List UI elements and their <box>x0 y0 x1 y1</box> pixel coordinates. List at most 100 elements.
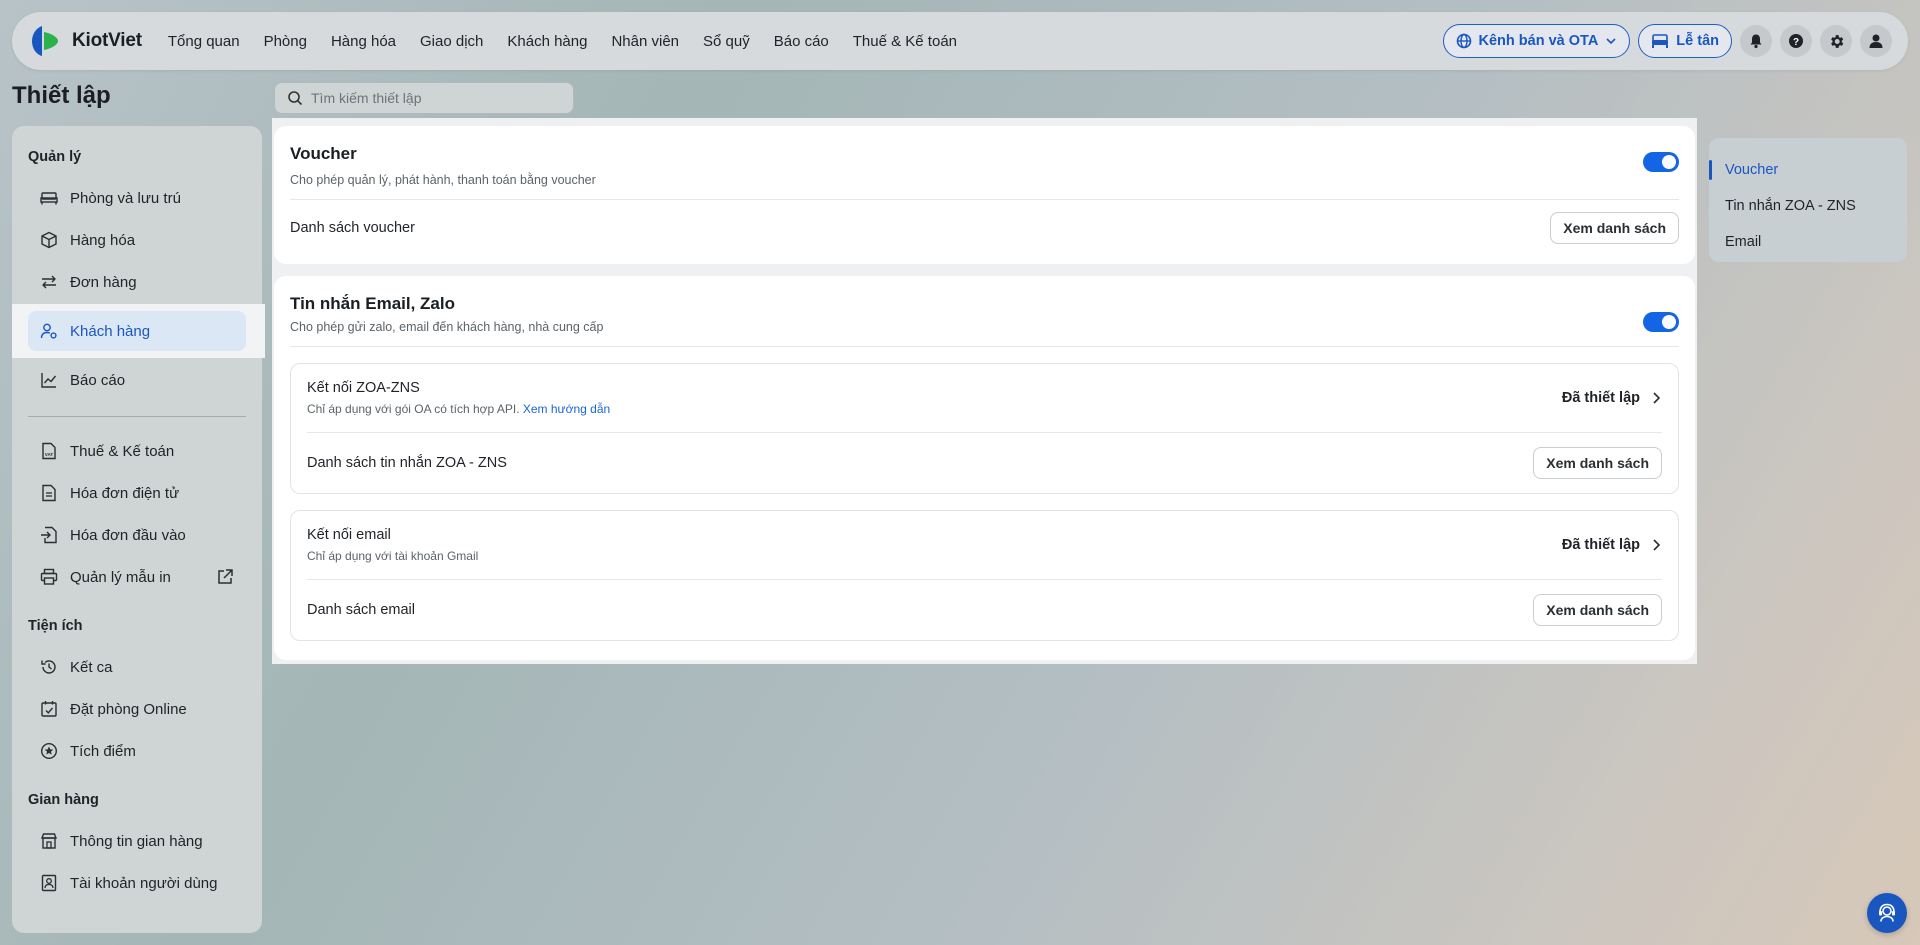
logo[interactable]: KiotViet <box>28 23 142 59</box>
account-button[interactable] <box>1860 25 1892 57</box>
nav-bao-cao[interactable]: Báo cáo <box>774 33 829 50</box>
section-title-tien-ich: Tiện ích <box>28 618 83 634</box>
voucher-description: Cho phép quản lý, phát hành, thanh toán … <box>290 173 596 187</box>
sidebar-item-label: Đơn hàng <box>70 273 137 291</box>
settings-sidebar: Quản lý Phòng và lưu trú Hàng hóa Đơn hà… <box>12 126 265 933</box>
view-email-list-button[interactable]: Xem danh sách <box>1533 594 1662 626</box>
sidebar-item-label: Kết ca <box>70 658 113 676</box>
email-status-label: Đã thiết lập <box>1561 537 1640 553</box>
kiotviet-logo-icon <box>28 23 64 59</box>
section-title-gian-hang: Gian hàng <box>28 792 99 808</box>
sidebar-item-label: Tích điểm <box>70 742 136 760</box>
zoa-guide-link[interactable]: Xem hướng dẫn <box>523 402 610 416</box>
messaging-toggle[interactable] <box>1643 312 1679 332</box>
sidebar-item-hoa-don-dien-tu[interactable]: Hóa đơn điện tử <box>28 473 246 513</box>
sidebar-item-hang-hoa[interactable]: Hàng hóa <box>28 220 246 260</box>
sidebar-item-dat-phong-online[interactable]: Đặt phòng Online <box>28 689 246 729</box>
messaging-card: Tin nhắn Email, Zalo Cho phép gửi zalo, … <box>274 276 1695 660</box>
divider <box>290 346 1679 347</box>
zoa-connect-description: Chỉ áp dụng với gói OA có tích hợp API. … <box>307 402 610 416</box>
voucher-toggle[interactable] <box>1643 152 1679 172</box>
toc-item-zoa-zns[interactable]: Tin nhắn ZOA - ZNS <box>1709 188 1907 224</box>
nav-tong-quan[interactable]: Tổng quan <box>168 33 240 50</box>
toc-item-voucher[interactable]: Voucher <box>1709 152 1907 188</box>
view-zoa-list-button[interactable]: Xem danh sách <box>1533 447 1662 479</box>
chevron-right-icon <box>1653 539 1661 551</box>
help-icon: ? <box>1789 34 1803 48</box>
sidebar-item-label: Báo cáo <box>70 371 126 389</box>
reception-button[interactable]: Lễ tân <box>1638 24 1732 58</box>
store-icon <box>40 833 58 849</box>
search-input[interactable] <box>311 90 561 106</box>
svg-text:?: ? <box>1793 37 1799 48</box>
bed-icon <box>1652 34 1669 48</box>
globe-icon <box>1456 33 1471 49</box>
email-connect-title: Kết nối email <box>307 527 391 543</box>
sidebar-item-label: Đặt phòng Online <box>70 700 187 718</box>
email-list-label: Danh sách email <box>307 602 415 618</box>
sidebar-item-label: Hóa đơn đầu vào <box>70 526 186 544</box>
nav-so-quy[interactable]: Sổ quỹ <box>703 33 750 50</box>
sidebar-item-hoa-don-dau-vao[interactable]: Hóa đơn đầu vào <box>28 515 246 555</box>
zoa-status-label: Đã thiết lập <box>1561 390 1640 406</box>
sidebar-item-label: Tài khoản người dùng <box>70 874 218 892</box>
svg-text:VAT: VAT <box>45 452 54 457</box>
sidebar-item-tich-diem[interactable]: Tích điểm <box>28 731 246 771</box>
id-card-icon <box>41 874 57 892</box>
messaging-description: Cho phép gửi zalo, email đến khách hàng,… <box>290 320 604 334</box>
email-setup-status[interactable]: Đã thiết lập <box>1562 537 1662 553</box>
search-icon <box>288 91 303 106</box>
sidebar-item-quan-ly-mau-in[interactable]: Quản lý mẫu in <box>28 557 246 597</box>
view-voucher-list-button[interactable]: Xem danh sách <box>1550 212 1679 244</box>
nav-giao-dich[interactable]: Giao dịch <box>420 33 483 50</box>
nav-khach-hang[interactable]: Khách hàng <box>507 33 587 50</box>
bed-icon <box>40 192 58 205</box>
sidebar-item-label: Phòng và lưu trú <box>70 189 181 207</box>
notifications-button[interactable] <box>1740 25 1772 57</box>
page-title: Thiết lập <box>12 82 111 109</box>
sidebar-item-bao-cao[interactable]: Báo cáo <box>28 360 246 400</box>
chart-icon <box>41 373 57 388</box>
invoice-in-icon <box>41 526 57 544</box>
settings-button[interactable] <box>1820 25 1852 57</box>
channel-ota-button[interactable]: Kênh bán và OTA <box>1442 24 1631 58</box>
toc-item-email[interactable]: Email <box>1709 224 1907 260</box>
section-toc: Voucher Tin nhắn ZOA - ZNS Email <box>1709 138 1907 262</box>
voucher-title: Voucher <box>290 144 357 163</box>
settings-search <box>274 82 574 114</box>
sidebar-item-label: Quản lý mẫu in <box>70 568 171 586</box>
user-gear-icon <box>40 323 57 339</box>
main-nav: Tổng quan Phòng Hàng hóa Giao dịch Khách… <box>168 33 957 50</box>
nav-thue-ke-toan[interactable]: Thuế & Kế toán <box>853 33 957 50</box>
zoa-connect-title: Kết nối ZOA-ZNS <box>307 380 420 396</box>
top-navbar: KiotViet Tổng quan Phòng Hàng hóa Giao d… <box>12 12 1908 70</box>
sidebar-item-khach-hang[interactable]: Khách hàng <box>28 311 246 351</box>
gear-icon <box>1830 34 1843 48</box>
zoa-setup-status[interactable]: Đã thiết lập <box>1562 390 1662 406</box>
sidebar-item-tai-khoan-nguoi-dung[interactable]: Tài khoản người dùng <box>28 863 246 903</box>
external-link-icon[interactable] <box>216 568 234 586</box>
nav-nhan-vien[interactable]: Nhân viên <box>611 33 679 50</box>
sidebar-item-label: Thuế & Kế toán <box>70 442 175 460</box>
zoa-zns-section: Kết nối ZOA-ZNS Chỉ áp dụng với gói OA c… <box>290 363 1679 494</box>
sidebar-divider <box>28 416 246 417</box>
logo-text: KiotViet <box>72 30 142 51</box>
sidebar-item-phong-luu-tru[interactable]: Phòng và lưu trú <box>28 178 246 218</box>
sidebar-item-thong-tin-gian-hang[interactable]: Thông tin gian hàng <box>28 821 246 861</box>
sidebar-item-thue-ke-toan[interactable]: VAT Thuế & Kế toán <box>28 431 246 471</box>
sidebar-item-label: Thông tin gian hàng <box>70 832 203 850</box>
voucher-card: Voucher Cho phép quản lý, phát hành, tha… <box>274 126 1695 264</box>
vat-icon: VAT <box>42 442 56 460</box>
user-icon <box>1869 34 1883 48</box>
sidebar-item-label: Hàng hóa <box>70 231 136 249</box>
support-chat-button[interactable] <box>1867 893 1907 933</box>
help-button[interactable]: ? <box>1780 25 1812 57</box>
sidebar-item-label: Khách hàng <box>70 322 151 340</box>
calendar-check-icon <box>41 701 57 717</box>
nav-phong[interactable]: Phòng <box>264 33 307 50</box>
nav-hang-hoa[interactable]: Hàng hóa <box>331 33 396 50</box>
email-connect-description: Chỉ áp dụng với tài khoản Gmail <box>307 549 479 563</box>
section-title-quan-ly: Quản lý <box>28 149 82 165</box>
sidebar-item-don-hang[interactable]: Đơn hàng <box>28 262 246 302</box>
sidebar-item-ket-ca[interactable]: Kết ca <box>28 647 246 687</box>
